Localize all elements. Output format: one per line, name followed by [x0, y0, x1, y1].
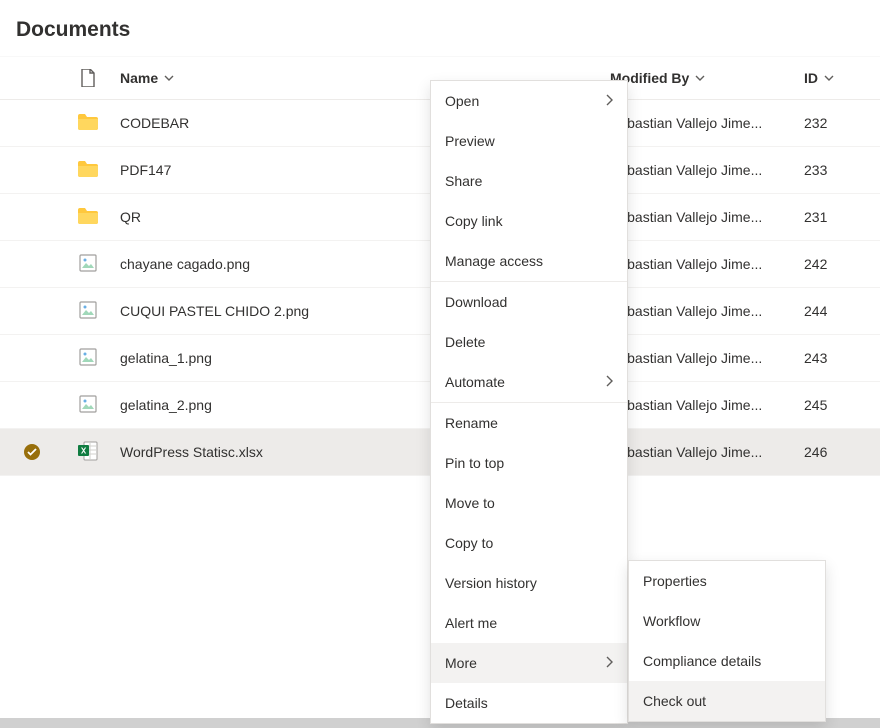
menu-item-label: Move to [445, 495, 495, 511]
row-id: 231 [794, 209, 864, 225]
menu-item[interactable]: More [431, 643, 627, 683]
row-id: 242 [794, 256, 864, 272]
menu-item[interactable]: Automate [431, 362, 627, 402]
menu-item[interactable]: Details [431, 683, 627, 723]
menu-item[interactable]: Manage access [431, 241, 627, 281]
menu-item-label: Pin to top [445, 455, 504, 471]
row-id: 233 [794, 162, 864, 178]
row-id: 246 [794, 444, 864, 460]
menu-item-label: Manage access [445, 253, 543, 269]
menu-item-label: More [445, 655, 477, 671]
menu-item[interactable]: Share [431, 161, 627, 201]
menu-item[interactable]: Rename [431, 403, 627, 443]
menu-item-label: Rename [445, 415, 498, 431]
header-id-label: ID [804, 70, 818, 86]
menu-item-label: Workflow [643, 613, 700, 629]
page-title: Documents [0, 0, 880, 56]
header-type-icon[interactable] [64, 69, 112, 87]
menu-item[interactable]: Copy to [431, 523, 627, 563]
header-name-label: Name [120, 70, 158, 86]
row-id: 232 [794, 115, 864, 131]
menu-item-label: Alert me [445, 615, 497, 631]
menu-item[interactable]: Copy link [431, 201, 627, 241]
menu-item-label: Share [445, 173, 482, 189]
menu-item-label: Preview [445, 133, 495, 149]
image-icon [79, 395, 97, 416]
context-menu[interactable]: Open Preview Share Copy link Manage access Do… [430, 80, 628, 724]
row-id: 244 [794, 303, 864, 319]
menu-item-label: Open [445, 93, 479, 109]
menu-item-label: Check out [643, 693, 706, 709]
menu-item[interactable]: Compliance details [629, 641, 825, 681]
header-id[interactable]: ID [794, 70, 864, 86]
folder-icon [78, 114, 98, 133]
menu-item[interactable]: Version history [431, 563, 627, 603]
menu-item-label: Details [445, 695, 488, 711]
menu-item-label: Copy to [445, 535, 493, 551]
menu-item[interactable]: Properties [629, 561, 825, 601]
row-id: 245 [794, 397, 864, 413]
menu-item-label: Copy link [445, 213, 503, 229]
menu-item-label: Delete [445, 334, 485, 350]
menu-item[interactable]: Delete [431, 322, 627, 362]
chevron-right-icon [605, 93, 613, 109]
menu-item-label: Properties [643, 573, 707, 589]
chevron-down-icon [824, 70, 834, 86]
folder-icon [78, 208, 98, 227]
menu-item[interactable]: Preview [431, 121, 627, 161]
image-icon [79, 348, 97, 369]
menu-item-label: Automate [445, 374, 505, 390]
menu-item-label: Version history [445, 575, 537, 591]
menu-item[interactable]: Pin to top [431, 443, 627, 483]
menu-item[interactable]: Check out [629, 681, 825, 721]
image-icon [79, 254, 97, 275]
selected-check-icon [24, 444, 40, 460]
menu-item[interactable]: Alert me [431, 603, 627, 643]
row-id: 243 [794, 350, 864, 366]
context-submenu[interactable]: Properties Workflow Compliance details Chec… [628, 560, 826, 722]
chevron-right-icon [605, 374, 613, 390]
excel-icon [78, 441, 98, 464]
chevron-down-icon [695, 70, 705, 86]
menu-item-label: Compliance details [643, 653, 761, 669]
menu-item[interactable]: Download [431, 282, 627, 322]
menu-item[interactable]: Open [431, 81, 627, 121]
menu-item[interactable]: Move to [431, 483, 627, 523]
menu-item[interactable]: Workflow [629, 601, 825, 641]
folder-icon [78, 161, 98, 180]
menu-item-label: Download [445, 294, 507, 310]
chevron-down-icon [164, 70, 174, 86]
chevron-right-icon [605, 655, 613, 671]
image-icon [79, 301, 97, 322]
